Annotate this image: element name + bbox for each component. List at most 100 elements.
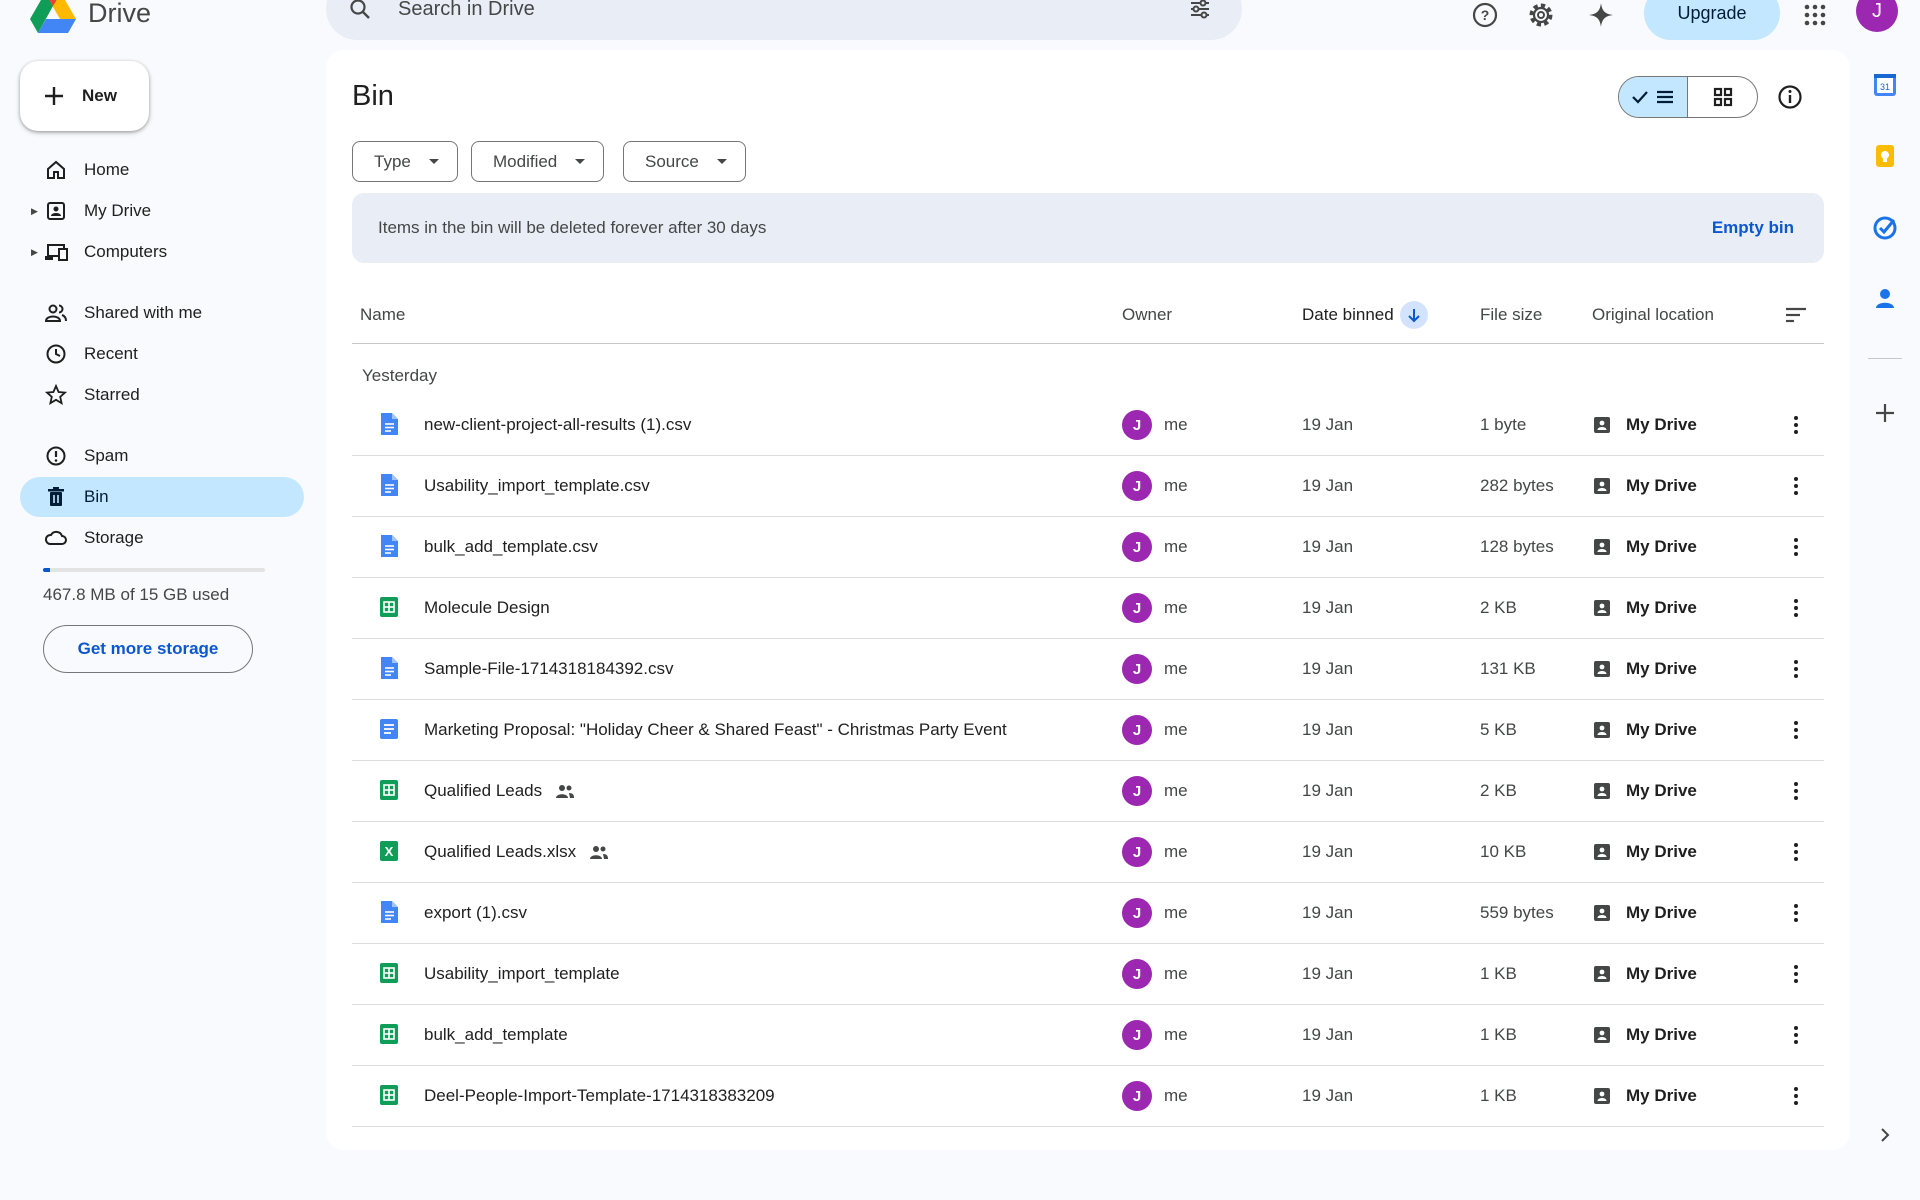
more-actions-icon[interactable] bbox=[1784, 395, 1808, 455]
original-location[interactable]: My Drive bbox=[1592, 944, 1697, 1004]
location-name: My Drive bbox=[1626, 903, 1697, 922]
modified-filter-chip[interactable]: Modified bbox=[471, 141, 605, 182]
sidebar-item-my-drive[interactable]: ▶ My Drive bbox=[20, 191, 304, 231]
more-actions-icon[interactable] bbox=[1784, 883, 1808, 943]
column-name-header[interactable]: Name bbox=[360, 286, 405, 344]
original-location[interactable]: My Drive bbox=[1592, 822, 1697, 882]
original-location[interactable]: My Drive bbox=[1592, 761, 1697, 821]
gemini-sparkle-icon[interactable] bbox=[1582, 0, 1620, 34]
my-drive-icon bbox=[1592, 537, 1612, 557]
file-name: Marketing Proposal: "Holiday Cheer & Sha… bbox=[424, 720, 1007, 739]
sort-descending-arrow-icon[interactable] bbox=[1399, 301, 1428, 329]
help-icon[interactable]: ? bbox=[1466, 0, 1504, 34]
search-input[interactable]: Search in Drive bbox=[398, 0, 1188, 21]
storage-usage-fill bbox=[43, 568, 50, 572]
sidebar-item-bin[interactable]: Bin bbox=[20, 477, 304, 517]
more-actions-icon[interactable] bbox=[1784, 578, 1808, 638]
more-actions-icon[interactable] bbox=[1784, 639, 1808, 699]
sidebar-item-starred[interactable]: Starred bbox=[20, 375, 304, 415]
owner-avatar: J bbox=[1122, 898, 1152, 928]
column-location-header[interactable]: Original location bbox=[1592, 286, 1714, 344]
more-actions-icon[interactable] bbox=[1784, 822, 1808, 882]
settings-gear-icon[interactable] bbox=[1522, 0, 1560, 34]
more-actions-icon[interactable] bbox=[1784, 761, 1808, 821]
original-location[interactable]: My Drive bbox=[1592, 578, 1697, 638]
original-location[interactable]: My Drive bbox=[1592, 1066, 1697, 1126]
sidebar-item-storage[interactable]: Storage bbox=[20, 518, 304, 558]
my-drive-icon bbox=[44, 199, 68, 223]
drive-logo[interactable]: Drive bbox=[30, 0, 151, 33]
list-view-button[interactable] bbox=[1619, 77, 1688, 117]
tasks-icon[interactable] bbox=[1872, 215, 1898, 241]
empty-bin-button[interactable]: Empty bin bbox=[1712, 218, 1794, 238]
type-filter-chip[interactable]: Type bbox=[352, 141, 458, 182]
original-location[interactable]: My Drive bbox=[1592, 395, 1697, 455]
upgrade-button[interactable]: Upgrade bbox=[1644, 0, 1780, 40]
source-filter-chip[interactable]: Source bbox=[623, 141, 746, 182]
expand-panel-chevron-icon[interactable] bbox=[1872, 1122, 1898, 1148]
table-row[interactable]: X Qualified Leads.xlsx Jme 19 Jan 10 KB My Dr… bbox=[352, 822, 1824, 883]
sidebar-item-computers[interactable]: ▶ Computers bbox=[20, 232, 304, 272]
original-location[interactable]: My Drive bbox=[1592, 456, 1697, 516]
info-icon[interactable] bbox=[1776, 83, 1804, 111]
original-location[interactable]: My Drive bbox=[1592, 517, 1697, 577]
owner-name: me bbox=[1164, 964, 1188, 983]
file-name-cell: export (1).csv bbox=[424, 883, 527, 943]
table-row[interactable]: export (1).csv Jme 19 Jan 559 bytes My Drive bbox=[352, 883, 1824, 944]
get-more-storage-button[interactable]: Get more storage bbox=[43, 625, 253, 673]
original-location[interactable]: My Drive bbox=[1592, 883, 1697, 943]
google-sheet-icon bbox=[378, 1022, 402, 1046]
grid-view-button[interactable] bbox=[1688, 77, 1757, 117]
sidebar-item-spam[interactable]: Spam bbox=[20, 436, 304, 476]
home-icon bbox=[44, 158, 68, 182]
table-row[interactable]: new-client-project-all-results (1).csv Jm… bbox=[352, 395, 1824, 456]
sidebar-item-home[interactable]: Home bbox=[20, 150, 304, 190]
column-owner-header[interactable]: Owner bbox=[1122, 286, 1172, 344]
google-doc-icon bbox=[378, 717, 402, 741]
csv-file-icon bbox=[378, 534, 402, 558]
contacts-icon[interactable] bbox=[1872, 285, 1898, 311]
more-actions-icon[interactable] bbox=[1784, 1066, 1808, 1126]
original-location[interactable]: My Drive bbox=[1592, 700, 1697, 760]
column-file-size-header[interactable]: File size bbox=[1480, 286, 1542, 344]
original-location[interactable]: My Drive bbox=[1592, 639, 1697, 699]
expand-caret-icon[interactable]: ▶ bbox=[31, 206, 38, 217]
account-avatar[interactable]: J bbox=[1856, 0, 1898, 32]
apps-grid-icon[interactable] bbox=[1796, 0, 1834, 34]
table-row[interactable]: Marketing Proposal: "Holiday Cheer & Sha… bbox=[352, 700, 1824, 761]
owner-avatar: J bbox=[1122, 776, 1152, 806]
location-name: My Drive bbox=[1626, 1086, 1697, 1105]
table-row[interactable]: bulk_add_template Jme 19 Jan 1 KB My Drive bbox=[352, 1005, 1824, 1066]
add-addon-plus-icon[interactable] bbox=[1872, 400, 1898, 426]
date-binned: 19 Jan bbox=[1302, 659, 1354, 678]
more-actions-icon[interactable] bbox=[1784, 517, 1808, 577]
table-row[interactable]: Usability_import_template Jme 19 Jan 1 KB My… bbox=[352, 944, 1824, 1005]
sort-options-icon[interactable] bbox=[1784, 286, 1808, 344]
sidebar-item-recent[interactable]: Recent bbox=[20, 334, 304, 374]
file-name-cell: Qualified Leads bbox=[424, 761, 576, 821]
table-row[interactable]: Qualified Leads Jme 19 Jan 2 KB My Drive bbox=[352, 761, 1824, 822]
column-date-binned-header[interactable]: Date binned bbox=[1302, 286, 1428, 344]
more-actions-icon[interactable] bbox=[1784, 1005, 1808, 1065]
table-row[interactable]: Sample-File-1714318184392.csv Jme 19 Jan 13… bbox=[352, 639, 1824, 700]
owner-name: me bbox=[1164, 720, 1188, 739]
search-bar[interactable]: Search in Drive bbox=[326, 0, 1242, 40]
table-row[interactable]: bulk_add_template.csv Jme 19 Jan 128 bytes M… bbox=[352, 517, 1824, 578]
table-row[interactable]: Molecule Design Jme 19 Jan 2 KB My Drive bbox=[352, 578, 1824, 639]
table-row[interactable]: Deel-People-Import-Template-171431838320… bbox=[352, 1066, 1824, 1127]
calendar-icon[interactable]: 31 bbox=[1872, 72, 1898, 98]
more-actions-icon[interactable] bbox=[1784, 944, 1808, 1004]
group-label: Yesterday bbox=[362, 366, 437, 385]
expand-caret-icon[interactable]: ▶ bbox=[31, 247, 38, 258]
search-options-icon[interactable] bbox=[1188, 0, 1212, 21]
keep-icon[interactable] bbox=[1872, 143, 1898, 169]
location-name: My Drive bbox=[1626, 659, 1697, 678]
search-icon[interactable] bbox=[348, 0, 372, 21]
sidebar-item-shared-with-me[interactable]: Shared with me bbox=[20, 293, 304, 333]
more-actions-icon[interactable] bbox=[1784, 700, 1808, 760]
original-location[interactable]: My Drive bbox=[1592, 1005, 1697, 1065]
new-button[interactable]: New bbox=[20, 61, 149, 131]
owner-avatar: J bbox=[1122, 1081, 1152, 1111]
table-row[interactable]: Usability_import_template.csv Jme 19 Jan 28… bbox=[352, 456, 1824, 517]
more-actions-icon[interactable] bbox=[1784, 456, 1808, 516]
